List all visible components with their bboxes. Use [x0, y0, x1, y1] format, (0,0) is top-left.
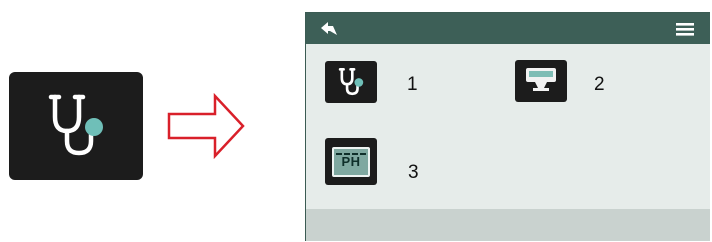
monitor-stand-tile[interactable]	[515, 60, 567, 102]
hamburger-menu-icon[interactable]	[676, 22, 694, 36]
monitor-stand-icon	[526, 68, 556, 91]
stethoscope-icon	[338, 68, 364, 96]
arrow-right-outline-icon	[167, 93, 245, 159]
ph-icon-text: PH	[341, 154, 361, 169]
item-label-1: 1	[407, 74, 418, 95]
stethoscope-button[interactable]	[9, 72, 143, 180]
ph-meter-tile[interactable]: PH	[325, 138, 377, 185]
stethoscope-icon	[48, 94, 103, 156]
stethoscope-tile[interactable]	[325, 61, 377, 103]
panel-header	[306, 13, 710, 44]
ph-meter-icon: PH	[332, 146, 370, 177]
device-panel: 1 2 PH 3	[305, 12, 710, 241]
item-label-2: 2	[594, 74, 605, 95]
item-label-3: 3	[408, 162, 419, 183]
panel-footer	[306, 209, 710, 241]
back-arrow-icon[interactable]	[320, 21, 338, 37]
